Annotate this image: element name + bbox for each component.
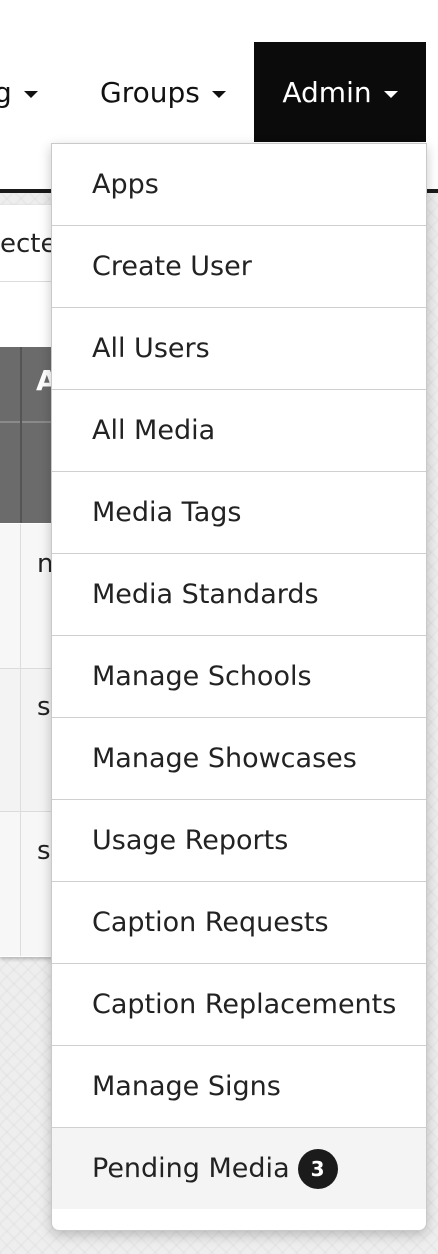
menu-item-usage-reports[interactable]: Usage Reports — [52, 800, 426, 882]
menu-item-label: Media Tags — [92, 497, 242, 528]
admin-dropdown-menu: Apps Create User All Users All Media Med… — [51, 143, 427, 1231]
menu-item-label: Create User — [92, 251, 252, 282]
menu-item-all-media[interactable]: All Media — [52, 390, 426, 472]
menu-item-media-standards[interactable]: Media Standards — [52, 554, 426, 636]
menu-item-label: All Media — [92, 415, 216, 446]
table-header-column-divider — [20, 347, 22, 523]
nav-item-partial[interactable]: g — [0, 42, 38, 142]
nav-item-admin[interactable]: Admin — [254, 42, 426, 142]
menu-item-label: Caption Replacements — [92, 989, 397, 1020]
menu-item-caption-replacements[interactable]: Caption Replacements — [52, 964, 426, 1046]
menu-item-label: Manage Schools — [92, 661, 312, 692]
caret-down-icon — [383, 90, 398, 98]
caret-down-icon — [211, 90, 226, 98]
menu-item-label: All Users — [92, 333, 210, 364]
table-cell: s — [37, 836, 51, 866]
table-column-divider — [20, 524, 21, 668]
menu-item-all-users[interactable]: All Users — [52, 308, 426, 390]
table-column-divider — [20, 669, 21, 811]
nav-item-admin-label: Admin — [282, 75, 372, 109]
table-column-divider — [20, 812, 21, 956]
menu-item-manage-signs[interactable]: Manage Signs — [52, 1046, 426, 1128]
menu-item-label: Media Standards — [92, 579, 319, 610]
caret-down-icon — [23, 90, 38, 98]
menu-item-caption-requests[interactable]: Caption Requests — [52, 882, 426, 964]
nav-item-partial-label: g — [0, 75, 12, 109]
menu-item-manage-schools[interactable]: Manage Schools — [52, 636, 426, 718]
menu-item-manage-showcases[interactable]: Manage Showcases — [52, 718, 426, 800]
menu-item-create-user[interactable]: Create User — [52, 226, 426, 308]
nav-item-groups[interactable]: Groups — [100, 42, 226, 142]
menu-item-media-tags[interactable]: Media Tags — [52, 472, 426, 554]
menu-item-pending-media[interactable]: Pending Media 3 — [52, 1128, 426, 1209]
menu-item-label: Apps — [92, 169, 159, 200]
menu-item-label: Caption Requests — [92, 907, 329, 938]
menu-item-apps[interactable]: Apps — [52, 144, 426, 226]
menu-item-label: Usage Reports — [92, 825, 289, 856]
nav-item-groups-label: Groups — [100, 75, 200, 109]
table-cell: s — [37, 692, 51, 722]
menu-item-label: Pending Media — [92, 1153, 290, 1184]
selected-text-partial: ecte — [0, 229, 57, 259]
menu-item-label: Manage Signs — [92, 1071, 281, 1102]
pending-count-badge: 3 — [297, 1148, 338, 1189]
menu-item-label: Manage Showcases — [92, 743, 357, 774]
